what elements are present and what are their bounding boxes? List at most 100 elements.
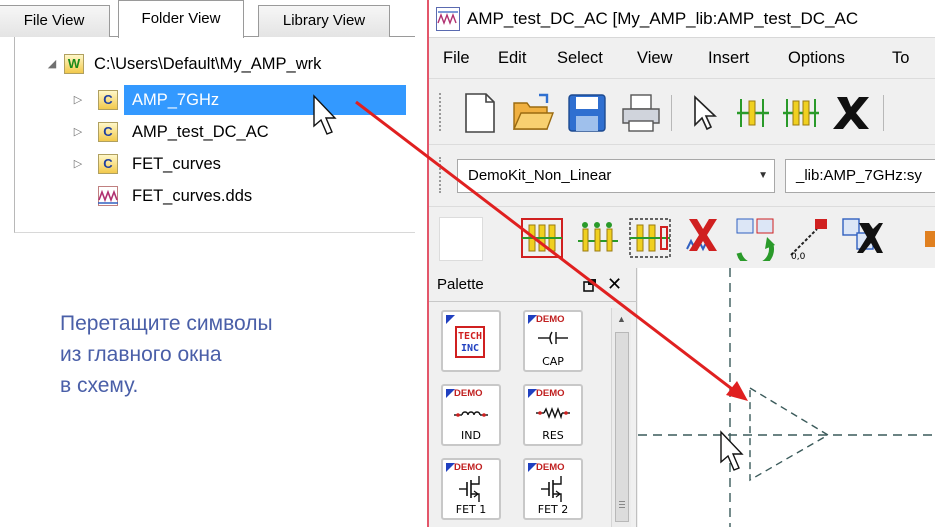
expand-icon[interactable]: ▷	[72, 157, 84, 171]
tree-item-label: FET_curves	[132, 155, 221, 173]
tree-root-row[interactable]: ◢ W C:\Users\Default\My_AMP_wrk	[46, 49, 406, 79]
component-select[interactable]: _lib:AMP_7GHz:sy	[785, 159, 935, 193]
toolbar-separator	[883, 95, 884, 131]
instruction-line: из главного окна	[60, 343, 222, 366]
menu-bar: File Edit Select View Insert Options To	[429, 38, 935, 78]
library-select-value: DemoKit_Non_Linear	[468, 167, 612, 184]
palette-item-ind[interactable]: DEMO IND	[441, 384, 501, 446]
toolbar-separator	[671, 95, 672, 131]
palette-item-label: FET 1	[455, 503, 487, 516]
main-window-panel: File View Folder View Library View ◢ W C…	[0, 0, 415, 527]
fet-icon	[459, 476, 480, 502]
insert-pin-icon[interactable]	[731, 91, 775, 135]
demo-badge: DEMO	[536, 314, 565, 325]
snap-grid-icon[interactable]: 0,0	[787, 215, 833, 261]
schematic-canvas[interactable]	[638, 268, 935, 527]
schematic-drawing	[638, 268, 935, 527]
palette-title: Palette	[437, 276, 484, 293]
tree-item-amp-7ghz[interactable]: ▷ C AMP_7GHz	[72, 85, 406, 115]
fet-icon	[541, 476, 562, 502]
cell-icon: C	[98, 154, 118, 174]
cell-icon: C	[98, 90, 118, 110]
palette-item-fet-1[interactable]: DEMO FET 1	[441, 458, 501, 520]
scrollbar-thumb[interactable]	[615, 332, 629, 522]
print-icon[interactable]	[619, 91, 663, 135]
close-icon[interactable]: ✕	[607, 272, 622, 296]
menu-file[interactable]: File	[443, 38, 470, 78]
instruction-line: в схему.	[60, 374, 139, 397]
tab-library-view[interactable]: Library View	[258, 5, 390, 37]
overflow-icon[interactable]	[925, 231, 935, 247]
tree-item-label: FET_curves.dds	[132, 187, 253, 205]
deactivate-component-icon[interactable]	[681, 215, 727, 261]
dropdown-arrow-icon[interactable]: ▼	[758, 160, 768, 192]
scroll-up-icon[interactable]: ▲	[612, 308, 631, 330]
palette-flag-icon	[446, 315, 455, 324]
palette-scrollbar[interactable]: ▲	[611, 308, 631, 527]
save-icon[interactable]	[565, 91, 609, 135]
palette-item-cap[interactable]: DEMO CAP	[523, 310, 583, 372]
collapse-icon[interactable]: ◢	[46, 57, 58, 71]
float-window-icon[interactable]	[583, 278, 597, 292]
component-preview	[439, 217, 483, 261]
component-group-icon[interactable]	[627, 215, 673, 261]
move-component-icon[interactable]	[839, 215, 885, 261]
palette-item-label: IND	[461, 429, 481, 442]
place-component-icon[interactable]	[519, 215, 565, 261]
tab-folder-view[interactable]: Folder View	[118, 0, 244, 38]
library-toolbar: DemoKit_Non_Linear ▼ _lib:AMP_7GHz:sy	[429, 144, 935, 206]
delete-icon[interactable]	[829, 91, 873, 135]
demo-badge: DEMO	[536, 462, 565, 473]
menu-view[interactable]: View	[637, 38, 672, 78]
palette-item-res[interactable]: DEMO RES	[523, 384, 583, 446]
data-display-icon	[98, 186, 118, 206]
tree-item-fet-curves[interactable]: ▷ C FET_curves	[72, 149, 406, 179]
demo-badge: DEMO	[536, 388, 565, 399]
palette-item-label: RES	[542, 429, 564, 442]
swap-component-icon[interactable]	[733, 215, 779, 261]
component-toolbar: 0,0	[429, 206, 935, 266]
workspace-path: C:\Users\Default\My_AMP_wrk	[94, 55, 322, 73]
menu-edit[interactable]: Edit	[498, 38, 526, 78]
menu-select[interactable]: Select	[557, 38, 603, 78]
demo-badge: DEMO	[454, 462, 483, 473]
tab-file-view[interactable]: File View	[0, 5, 110, 37]
window-title: AMP_test_DC_AC [My_AMP_lib:AMP_test_DC_A…	[467, 9, 859, 28]
menu-insert[interactable]: Insert	[708, 38, 749, 78]
palette-panel: Palette ✕ TECH INC DEMO CAP DEMO IND DEM…	[429, 268, 637, 527]
palette-item-label: CAP	[542, 355, 564, 368]
library-select[interactable]: DemoKit_Non_Linear ▼	[457, 159, 775, 193]
window-titlebar[interactable]: AMP_test_DC_AC [My_AMP_lib:AMP_test_DC_A…	[429, 0, 935, 38]
instruction-text: Перетащите символы из главного окна в сх…	[60, 308, 360, 401]
tree-item-fet-curves-dds[interactable]: FET_curves.dds	[72, 181, 406, 211]
resistor-icon	[536, 407, 570, 420]
new-document-icon[interactable]	[457, 91, 501, 135]
insert-port-icon[interactable]	[779, 91, 823, 135]
select-pointer-icon[interactable]	[681, 91, 725, 135]
menu-tools[interactable]: To	[892, 38, 909, 78]
schematic-app-icon	[436, 7, 460, 31]
schematic-window: AMP_test_DC_AC [My_AMP_lib:AMP_test_DC_A…	[427, 0, 935, 527]
tech-inc-logo: TECH INC	[455, 326, 485, 358]
demo-badge: DEMO	[454, 388, 483, 399]
menu-options[interactable]: Options	[788, 38, 845, 78]
tree-item-amp-test-dc-ac[interactable]: ▷ C AMP_test_DC_AC	[72, 117, 406, 147]
expand-icon[interactable]: ▷	[72, 125, 84, 139]
svg-text:INC: INC	[461, 343, 479, 354]
svg-text:TECH: TECH	[458, 331, 482, 342]
main-toolbar	[429, 78, 935, 144]
svg-text:0,0: 0,0	[791, 252, 806, 261]
palette-item-fet-2[interactable]: DEMO FET 2	[523, 458, 583, 520]
toolbar-grip[interactable]	[439, 93, 443, 131]
inductor-icon	[454, 411, 488, 417]
expand-icon[interactable]: ▷	[72, 93, 84, 107]
open-folder-icon[interactable]	[511, 91, 555, 135]
tree-item-label: AMP_7GHz	[124, 85, 406, 115]
component-array-icon[interactable]	[575, 215, 621, 261]
workspace-icon: W	[64, 54, 84, 74]
palette-item-tech-inc[interactable]: TECH INC	[441, 310, 501, 372]
palette-header: Palette ✕	[429, 268, 637, 302]
tree-item-label: AMP_test_DC_AC	[132, 123, 269, 141]
toolbar-grip[interactable]	[439, 157, 443, 193]
component-select-value: _lib:AMP_7GHz:sy	[796, 167, 922, 184]
